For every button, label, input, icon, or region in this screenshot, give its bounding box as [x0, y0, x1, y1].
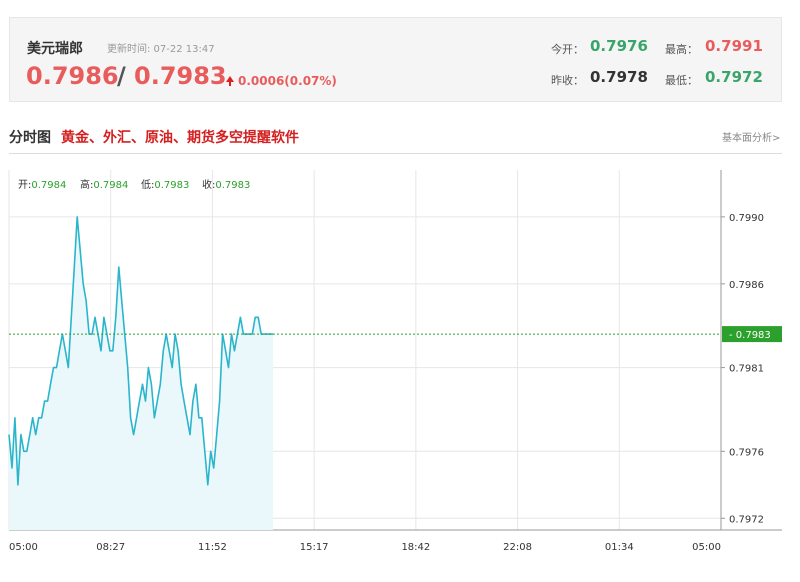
x-tick-label: 01:34 [605, 542, 634, 553]
current-price-label: - 0.7983 [729, 330, 771, 341]
y-tick-label: 0.7976 [729, 447, 764, 458]
intraday-chart: - 0.7983 0.7990 0.7986 0.7981 0.7976 0.7972 05… [8, 170, 782, 553]
high-value: 0.7991 [705, 37, 763, 55]
section-title: 分时图 [9, 130, 51, 146]
price-separator: / [117, 62, 126, 90]
y-tick-label: 0.7972 [729, 514, 764, 525]
quote-panel: 美元瑞郎 更新时间: 07-22 13:47 0.7986 / 0.7983 0… [9, 17, 782, 102]
x-tick-label: 11:52 [198, 542, 227, 553]
section-divider [9, 153, 782, 154]
prev-close-label: 昨收： [551, 74, 584, 87]
prev-close-value: 0.7978 [590, 68, 648, 86]
y-tick-label: 0.7986 [729, 280, 764, 291]
price-area [9, 216, 273, 530]
ohlc-open: 开:0.7984 [18, 180, 67, 191]
x-tick-label: 05:00 [692, 542, 721, 553]
low-value: 0.7972 [705, 68, 763, 86]
open-label: 今开： [551, 43, 584, 56]
price-change: 0.0006(0.07%) [238, 74, 337, 88]
ohlc-high: 高:0.7984 [80, 180, 129, 191]
x-tick-label: 22:08 [503, 542, 532, 553]
y-tick-label: 0.7981 [729, 364, 764, 375]
up-arrow-icon [226, 76, 234, 86]
ask-price: 0.7983 [134, 62, 227, 90]
open-value: 0.7976 [590, 37, 648, 55]
pair-name: 美元瑞郎 [27, 41, 83, 57]
promo-link[interactable]: 黄金、外汇、原油、期货多空提醒软件 [61, 127, 299, 147]
ohlc-low: 低:0.7983 [141, 180, 190, 191]
update-time: 更新时间: 07-22 13:47 [107, 44, 215, 55]
ohlc-close: 收:0.7983 [202, 180, 251, 191]
high-label: 最高： [665, 43, 698, 56]
x-tick-label: 05:00 [9, 542, 38, 553]
y-tick-label: 0.7990 [729, 213, 764, 224]
x-tick-label: 15:17 [300, 542, 329, 553]
low-label: 最低： [665, 74, 698, 87]
bid-price: 0.7986 [26, 62, 119, 90]
x-tick-label: 08:27 [96, 542, 125, 553]
fundamental-analysis-link[interactable]: 基本面分析> [722, 129, 780, 144]
x-tick-label: 18:42 [401, 542, 430, 553]
